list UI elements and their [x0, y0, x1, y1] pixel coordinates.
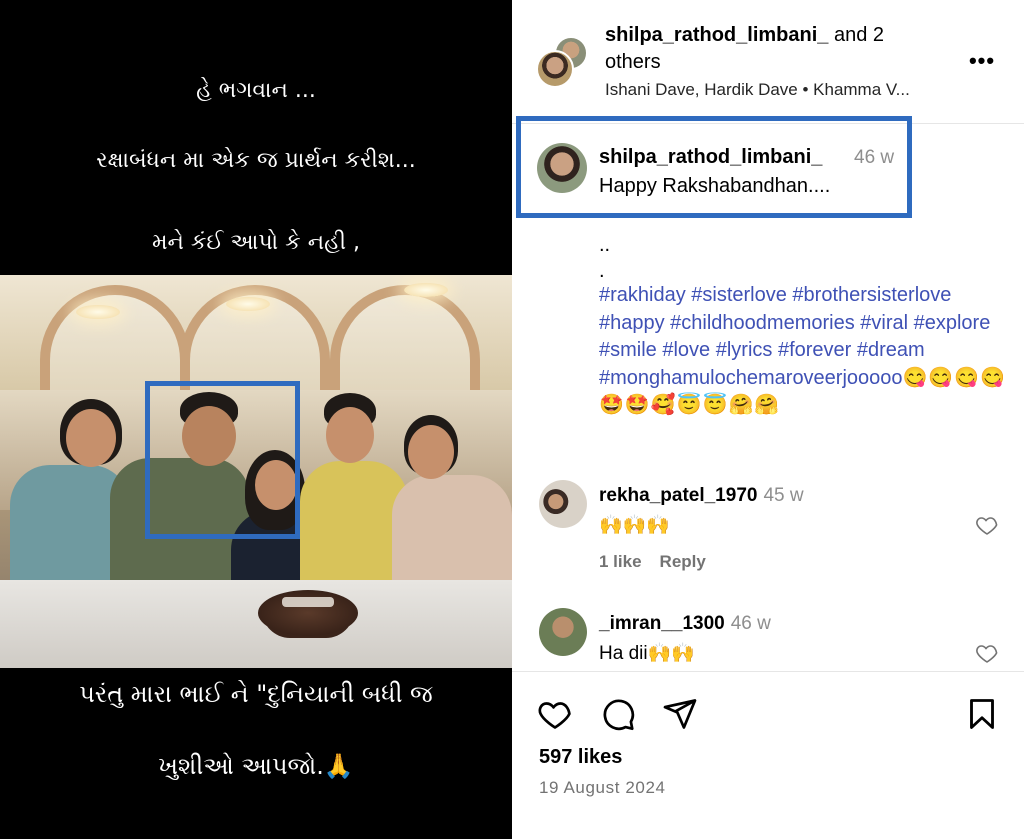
media-text-line-4: પરંતુ મારા ભાઈ ને "દુનિયાની બધી જ [79, 680, 433, 708]
caption-dot-line: . [599, 260, 605, 282]
highlight-box-caption [516, 116, 912, 218]
post-side-panel: shilpa_rathod_limbani_ and 2 others Isha… [512, 0, 1024, 839]
highlight-box-face [145, 381, 300, 539]
post-actions: 597 likes 19 August 2024 [512, 671, 1024, 839]
more-icon[interactable]: ••• [967, 46, 997, 76]
media-text-line-1: હે ભગવાન ... [196, 78, 316, 103]
media-text-line-2: રક્ષાબંધન મા એક જ પ્રાર્થન કરીશ... [96, 148, 416, 173]
reply-button[interactable]: Reply [660, 552, 706, 571]
comment-text-body: Ha dii [599, 643, 648, 664]
comment-text: 🙌🙌🙌 [599, 513, 670, 537]
likes-count[interactable]: 597 likes [539, 746, 622, 769]
post-subtitle[interactable]: Ishani Dave, Hardik Dave • Khamma V... [605, 80, 950, 100]
post-authors[interactable]: shilpa_rathod_limbani_ and 2 others [605, 22, 935, 76]
comment-icon[interactable] [600, 696, 636, 732]
comment-username-text[interactable]: _imran__1300 [599, 613, 725, 634]
caption-hashtags[interactable]: #rakhiday #sisterlove #brothersisterlove… [599, 282, 1009, 420]
photo-lamp [76, 305, 120, 319]
photo-lamp [404, 283, 448, 297]
post-date: 19 August 2024 [539, 778, 666, 797]
comment-likes-count[interactable]: 1 like [599, 552, 642, 571]
comment-text: Ha dii🙌🙌 [599, 641, 695, 665]
group-photo [0, 275, 512, 668]
avatar[interactable] [539, 608, 587, 656]
cake-topping [282, 597, 334, 607]
avatar[interactable] [536, 50, 574, 88]
comment-timestamp: 46 w [730, 613, 771, 634]
caption-dots-line: .. [599, 234, 611, 256]
bookmark-icon[interactable] [964, 696, 1000, 732]
comment-emoji: 🙌🙌 [647, 643, 695, 664]
comment-username[interactable]: _imran__1300 46 w [599, 613, 771, 635]
media-text-line-3: મને કંઈ આપો કે નહી , [151, 230, 360, 255]
photo-table [0, 580, 512, 668]
comment-timestamp: 45 w [763, 485, 804, 506]
caption-dots: .. . [599, 232, 610, 284]
media-text-line-5: ખુશીઓ આપજો.🙏 [158, 752, 354, 780]
share-icon[interactable] [662, 696, 698, 732]
post-media[interactable]: હે ભગવાન ... રક્ષાબંધન મા એક જ પ્રાર્થન … [0, 0, 512, 839]
avatar[interactable] [539, 480, 587, 528]
comment-username-text[interactable]: rekha_patel_1970 [599, 485, 757, 506]
collab-avatars[interactable] [536, 36, 590, 90]
author-username[interactable]: shilpa_rathod_limbani_ [605, 24, 828, 46]
comment-meta: 1 like Reply [599, 552, 724, 572]
heart-icon[interactable] [975, 641, 999, 665]
heart-icon[interactable] [975, 513, 999, 537]
heart-icon[interactable] [537, 696, 573, 732]
photo-lamp [226, 297, 270, 311]
comment-emoji: 🙌🙌🙌 [599, 515, 670, 536]
comment-username[interactable]: rekha_patel_1970 45 w [599, 485, 804, 507]
post-header: shilpa_rathod_limbani_ and 2 others Isha… [512, 0, 1024, 124]
